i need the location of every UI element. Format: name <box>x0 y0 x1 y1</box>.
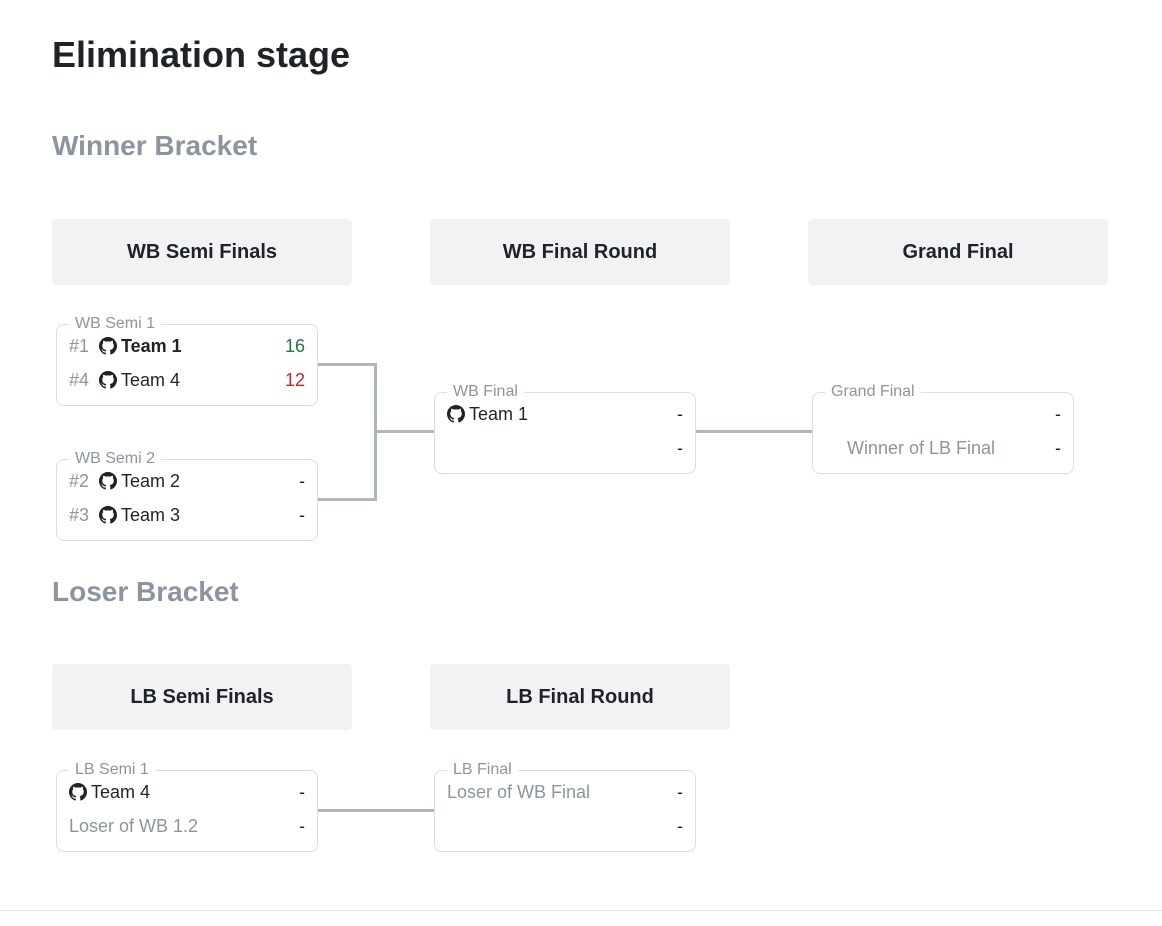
score: - <box>649 404 683 425</box>
github-icon <box>825 439 847 457</box>
match-label: WB Final <box>447 383 524 401</box>
github-icon <box>99 506 121 524</box>
team-name: Team 1 <box>469 404 649 425</box>
score: - <box>649 438 683 459</box>
github-icon <box>99 472 121 490</box>
match-wb-semi-1[interactable]: WB Semi 1 #1 Team 1 16 #4 Team 4 12 <box>56 324 318 406</box>
match-label: WB Semi 2 <box>69 450 161 468</box>
divider <box>0 910 1162 911</box>
github-icon <box>99 337 121 355</box>
score: 12 <box>271 370 305 391</box>
team-name: Team 4 <box>91 782 271 803</box>
round-header-lb-final: LB Final Round <box>430 664 730 730</box>
match-label: WB Semi 1 <box>69 315 161 333</box>
team-name: Team 4 <box>121 370 271 391</box>
connector <box>318 363 376 366</box>
score: - <box>1027 404 1061 425</box>
connector <box>696 430 812 433</box>
score: - <box>649 782 683 803</box>
page-title: Elimination stage <box>52 34 350 76</box>
match-grand-final[interactable]: Grand Final - Winner of LB Final - <box>812 392 1074 474</box>
team-name: Team 2 <box>121 471 271 492</box>
match-label: LB Semi 1 <box>69 761 155 779</box>
github-icon <box>825 405 847 423</box>
team-name: Team 3 <box>121 505 271 526</box>
match-lb-semi-1[interactable]: LB Semi 1 Team 4 - Loser of WB 1.2 - <box>56 770 318 852</box>
team-name: Winner of LB Final <box>847 438 1027 459</box>
round-header-grand-final: Grand Final <box>808 219 1108 285</box>
seed: #3 <box>69 505 99 526</box>
match-label: Grand Final <box>825 383 921 401</box>
score: - <box>271 816 305 837</box>
seed: #4 <box>69 370 99 391</box>
github-icon <box>69 783 91 801</box>
round-header-wb-semi: WB Semi Finals <box>52 219 352 285</box>
round-header-lb-semi: LB Semi Finals <box>52 664 352 730</box>
team-name: Loser of WB Final <box>447 782 649 803</box>
match-wb-final[interactable]: WB Final Team 1 - - <box>434 392 696 474</box>
connector <box>318 809 434 812</box>
github-icon <box>99 371 121 389</box>
loser-bracket-heading: Loser Bracket <box>52 576 239 608</box>
connector <box>374 430 434 433</box>
round-header-wb-final: WB Final Round <box>430 219 730 285</box>
score: - <box>1027 438 1061 459</box>
github-icon <box>447 439 469 457</box>
score: - <box>271 505 305 526</box>
score: - <box>271 471 305 492</box>
github-icon <box>447 817 469 835</box>
team-name: Team 1 <box>121 336 271 357</box>
team-name: Loser of WB 1.2 <box>69 816 271 837</box>
winner-bracket-heading: Winner Bracket <box>52 130 257 162</box>
match-lb-final[interactable]: LB Final Loser of WB Final - - <box>434 770 696 852</box>
github-icon <box>447 405 469 423</box>
score: - <box>649 816 683 837</box>
seed: #2 <box>69 471 99 492</box>
match-wb-semi-2[interactable]: WB Semi 2 #2 Team 2 - #3 Team 3 - <box>56 459 318 541</box>
connector <box>318 498 376 501</box>
score: - <box>271 782 305 803</box>
score: 16 <box>271 336 305 357</box>
match-label: LB Final <box>447 761 518 779</box>
seed: #1 <box>69 336 99 357</box>
